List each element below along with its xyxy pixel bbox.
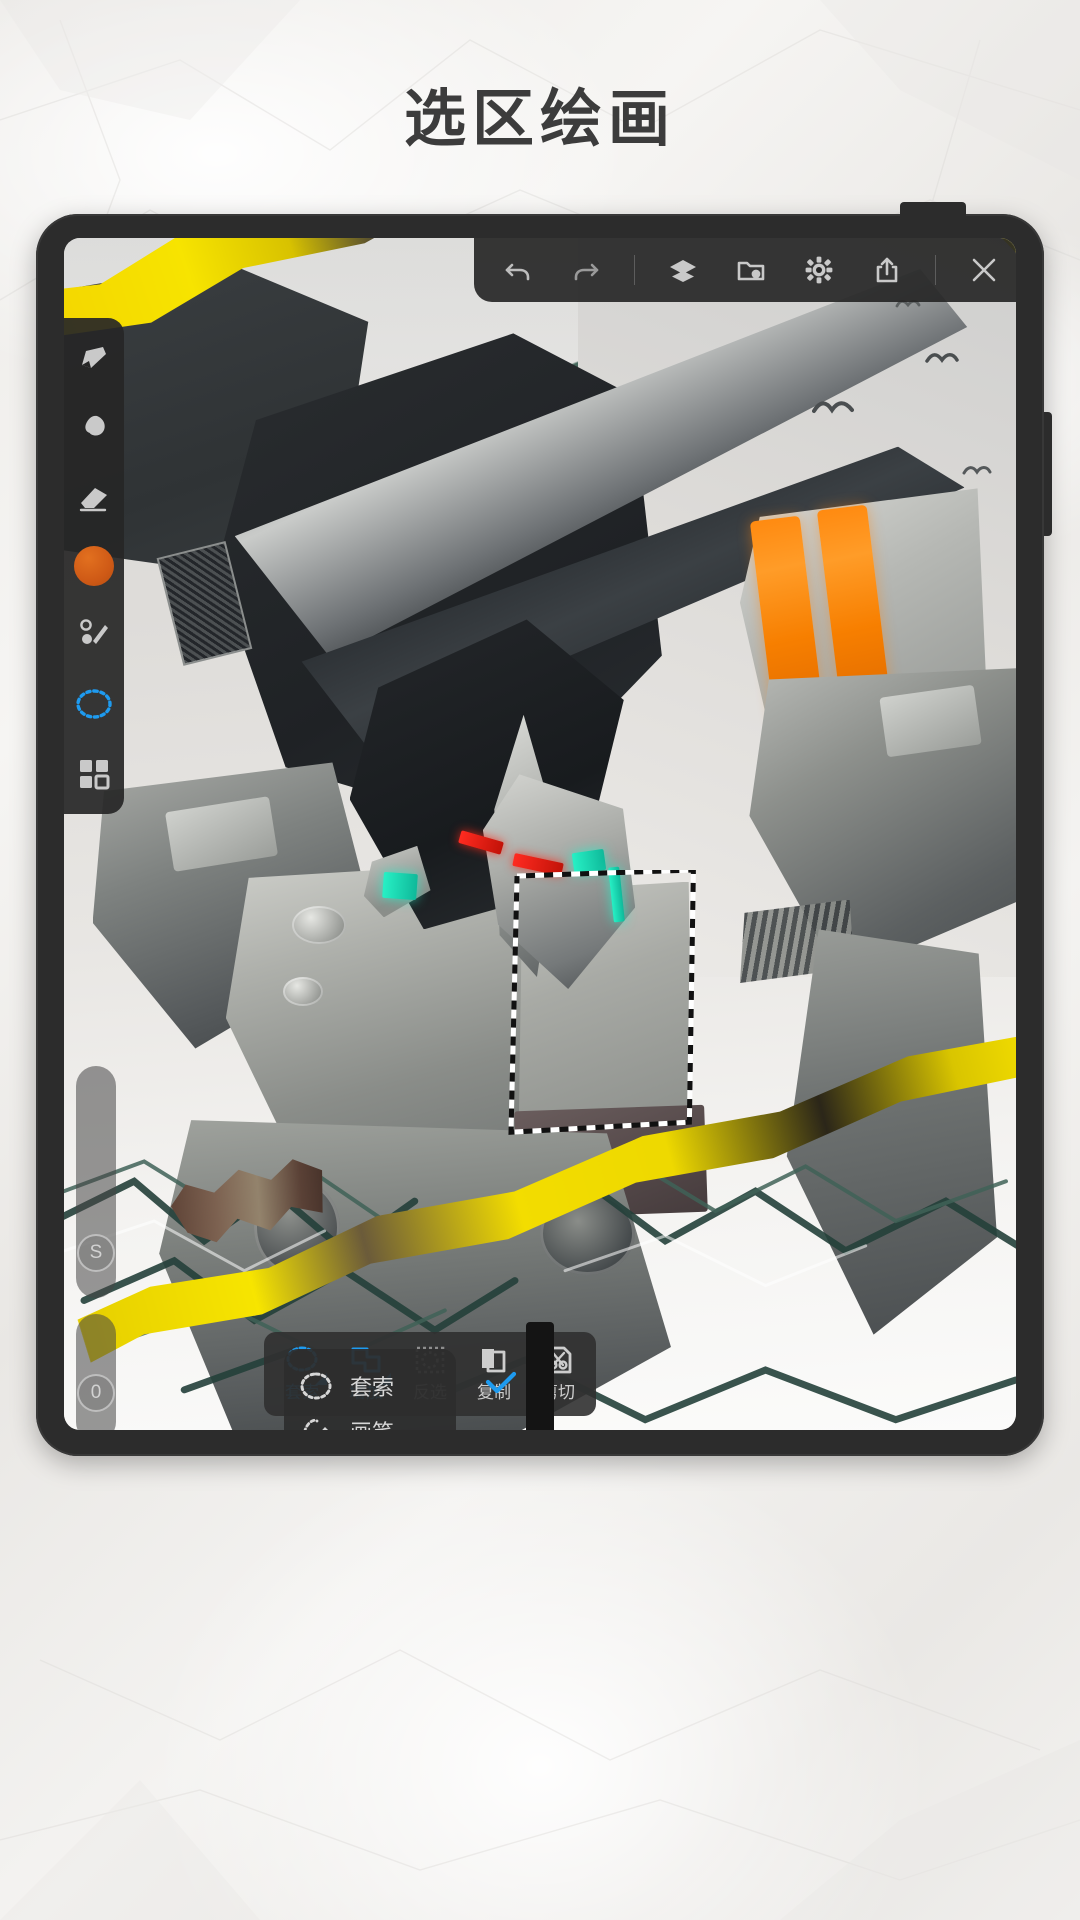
- gallery-icon: [737, 261, 765, 281]
- dropdown-item-label: 画笔: [350, 1415, 394, 1431]
- gallery-button[interactable]: [731, 250, 771, 290]
- selection-mode-dropdown: 套索 画笔: [284, 1349, 517, 1430]
- lasso-icon: [298, 1371, 334, 1400]
- layers-button[interactable]: [663, 250, 703, 290]
- dropdown-item-label: 套索: [350, 1374, 395, 1400]
- sidebar-item-selection[interactable]: [72, 682, 116, 726]
- left-toolbar: [64, 318, 124, 814]
- layers-icon: [670, 260, 696, 282]
- artwork-bolt-2: [282, 977, 323, 1006]
- close-button[interactable]: [964, 250, 1004, 290]
- brush-size-slider[interactable]: S: [76, 1066, 116, 1298]
- lasso-icon: [76, 689, 112, 719]
- undo-icon: [505, 263, 530, 281]
- brush-opacity-slider[interactable]: 0: [76, 1314, 116, 1430]
- artwork-bird-1: [812, 401, 855, 414]
- tablet-device: YGDE: [36, 202, 1052, 1456]
- brush-icon: [80, 619, 108, 644]
- dropdown-item-brush[interactable]: 画笔: [284, 1408, 456, 1430]
- toolbar-divider-2: [935, 255, 936, 285]
- brush-select-icon: [298, 1416, 334, 1430]
- artwork-accent-cyan-3: [382, 872, 419, 901]
- share-button[interactable]: [867, 250, 907, 290]
- gear-icon: [805, 256, 833, 284]
- artwork-canvas[interactable]: YGDE: [64, 238, 1016, 1430]
- home-indicator[interactable]: [526, 1322, 554, 1430]
- undo-button[interactable]: [498, 250, 538, 290]
- sidebar-item-color-swatch[interactable]: [74, 546, 114, 586]
- settings-button[interactable]: [799, 250, 839, 290]
- sidebar-item-smudge[interactable]: [72, 406, 116, 450]
- sidebar-item-brush-settings[interactable]: [72, 612, 116, 656]
- artwork-bolt-1: [292, 905, 346, 944]
- eraser-icon: [79, 488, 107, 512]
- redo-button[interactable]: [566, 250, 606, 290]
- pen-icon: [82, 347, 106, 368]
- share-icon: [876, 257, 898, 283]
- brush-size-handle[interactable]: S: [77, 1234, 115, 1272]
- artwork-bird-2: [925, 353, 959, 364]
- close-icon: [972, 258, 996, 282]
- check-icon: [484, 1370, 518, 1401]
- smudge-icon: [85, 415, 105, 436]
- tablet-notch: [900, 202, 966, 218]
- sidebar-item-pen[interactable]: [72, 336, 116, 380]
- brush-opacity-handle[interactable]: 0: [77, 1374, 115, 1412]
- toolbar-divider-1: [634, 255, 635, 285]
- dropdown-item-lasso[interactable]: 套索: [284, 1363, 517, 1408]
- top-toolbar: [474, 238, 1016, 302]
- redo-icon: [574, 263, 599, 281]
- tablet-side-button: [1044, 412, 1052, 536]
- artwork-bird-3: [962, 466, 992, 476]
- sidebar-item-eraser[interactable]: [72, 476, 116, 520]
- page-title: 选区绘画: [403, 85, 676, 154]
- sidebar-item-layers-grid[interactable]: [72, 752, 116, 796]
- tablet-screen: YGDE: [64, 238, 1016, 1430]
- grid-icon: [80, 760, 110, 790]
